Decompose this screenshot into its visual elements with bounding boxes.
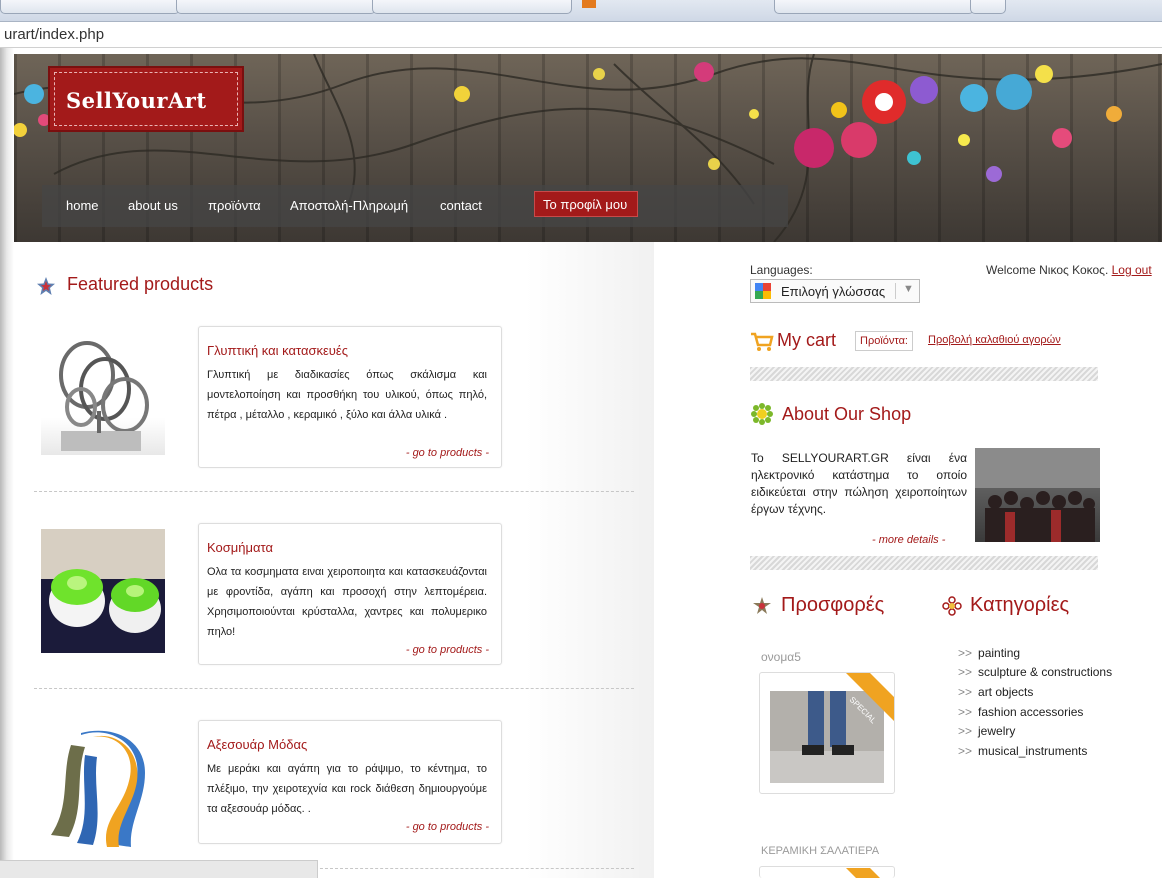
product-image-sculpture[interactable] xyxy=(41,331,165,455)
about-shop-title: About Our Shop xyxy=(782,404,912,424)
welcome-area: Welcome Νικος Κοκος. Log out xyxy=(986,263,1152,277)
offer-image-partial xyxy=(846,868,880,878)
stripe-divider xyxy=(750,367,1098,381)
group-photo-image xyxy=(975,448,1100,542)
product-title[interactable]: Κοσμήματα xyxy=(207,540,273,555)
go-to-products-link[interactable]: - go to products - xyxy=(406,644,489,656)
product-image-jewelry[interactable] xyxy=(41,529,165,653)
earrings-image xyxy=(41,529,165,633)
language-select-value: Επιλογή γλώσσας xyxy=(781,284,886,299)
go-to-products-link[interactable]: - go to products - xyxy=(406,821,489,833)
gear-flower-icon xyxy=(751,403,773,425)
offers-title: Προσφορές xyxy=(781,594,885,616)
nav-about-us[interactable]: about us xyxy=(128,198,178,213)
scarf-image xyxy=(51,730,145,847)
nav-my-profile-label: Το προφίλ μου xyxy=(543,197,628,212)
chevron-down-icon: ▼ xyxy=(903,283,914,295)
star-icon xyxy=(37,277,55,295)
categories-icon xyxy=(942,596,962,616)
nav-my-profile[interactable]: Το προφίλ μου xyxy=(534,191,638,217)
new-tab-button[interactable] xyxy=(970,0,1006,14)
browser-tab[interactable] xyxy=(176,0,376,14)
category-item[interactable]: >> musical_instruments xyxy=(958,744,1087,758)
browser-status-bar xyxy=(0,860,318,878)
stripe-divider xyxy=(750,556,1098,570)
cart-icon xyxy=(751,332,774,351)
category-item[interactable]: >> painting xyxy=(958,646,1020,660)
product-description: Ολα τα κοσμηματα ειναι χειροποιητα και κ… xyxy=(207,566,487,638)
more-details-link[interactable]: - more details - xyxy=(872,534,945,546)
address-bar[interactable]: urart/index.php xyxy=(0,22,1162,48)
site-logo[interactable]: SellYourArt xyxy=(48,66,244,132)
categories-title: Κατηγορίες xyxy=(970,594,1070,616)
product-card: Γλυπτική και κατασκευές Γλυπτική με διαδ… xyxy=(198,326,502,468)
offer-card[interactable]: SPECIAL xyxy=(759,672,895,794)
offer-name[interactable]: ΚΕΡΑΜΙΚΗ ΣΑΛΑΤΙΕΡΑ xyxy=(761,845,879,857)
shop-photo xyxy=(975,448,1100,542)
product-description: Με μεράκι και αγάπη για το ράψιμο, το κέ… xyxy=(207,763,487,815)
page-shadow xyxy=(0,48,14,878)
featured-products-title: Featured products xyxy=(67,274,214,294)
google-translate-icon xyxy=(755,283,771,299)
welcome-text: Welcome Νικος Κοκος. xyxy=(986,263,1109,277)
category-item[interactable]: >> art objects xyxy=(958,685,1033,699)
offer-card[interactable] xyxy=(759,866,895,878)
offer-image xyxy=(770,673,894,783)
product-description: Γλυπτική με διαδικασίες όπως σκάλισμα κα… xyxy=(207,369,487,421)
product-card: Αξεσουάρ Μόδας Με μεράκι και αγάπη για τ… xyxy=(198,720,502,844)
nav-home[interactable]: home xyxy=(66,198,99,213)
cart-products-label: Προϊόντα: xyxy=(860,335,908,347)
main-nav: home about us προϊόντα Αποστολή-Πληρωμή … xyxy=(42,185,788,227)
languages-label: Languages: xyxy=(750,263,813,277)
browser-tab[interactable] xyxy=(0,0,180,14)
category-item[interactable]: >> sculpture & constructions xyxy=(958,665,1112,679)
product-title[interactable]: Γλυπτική και κατασκευές xyxy=(207,343,348,358)
view-cart-link[interactable]: Προβολή καλαθιού αγορών xyxy=(928,334,1061,346)
divider xyxy=(34,491,634,492)
my-cart-title: My cart xyxy=(777,330,837,350)
product-card: Κοσμήματα Ολα τα κοσμηματα ειναι χειροπο… xyxy=(198,523,502,665)
nav-contact[interactable]: contact xyxy=(440,198,482,213)
address-text[interactable]: urart/index.php xyxy=(4,26,104,43)
cart-products-box: Προϊόντα: xyxy=(855,331,913,351)
sculpture-image xyxy=(59,341,149,451)
nav-products[interactable]: προϊόντα xyxy=(208,198,261,213)
product-image-scarf[interactable] xyxy=(41,725,165,849)
browser-tab[interactable] xyxy=(774,0,974,14)
product-title[interactable]: Αξεσουάρ Μόδας xyxy=(207,737,307,752)
favicon-icon xyxy=(582,0,596,8)
offer-name[interactable]: ονομα5 xyxy=(761,650,801,664)
site-header: SellYourArt home about us προϊόντα Αποστ… xyxy=(14,54,1162,242)
nav-shipping-payment[interactable]: Αποστολή-Πληρωμή xyxy=(290,198,408,213)
logo-text: SellYourArt xyxy=(66,88,207,113)
category-item[interactable]: >> fashion accessories xyxy=(958,705,1083,719)
browser-tab[interactable] xyxy=(372,0,572,14)
logout-link[interactable]: Log out xyxy=(1112,263,1152,277)
category-item[interactable]: >> jewelry xyxy=(958,724,1015,738)
go-to-products-link[interactable]: - go to products - xyxy=(406,447,489,459)
about-shop-text: Το SELLYOURART.GR είναι ένα ηλεκτρονικό … xyxy=(751,451,967,516)
browser-tabstrip xyxy=(0,0,1162,22)
divider xyxy=(34,688,634,689)
language-select[interactable]: Επιλογή γλώσσας ▼ xyxy=(750,279,920,303)
offers-icon xyxy=(753,597,771,614)
